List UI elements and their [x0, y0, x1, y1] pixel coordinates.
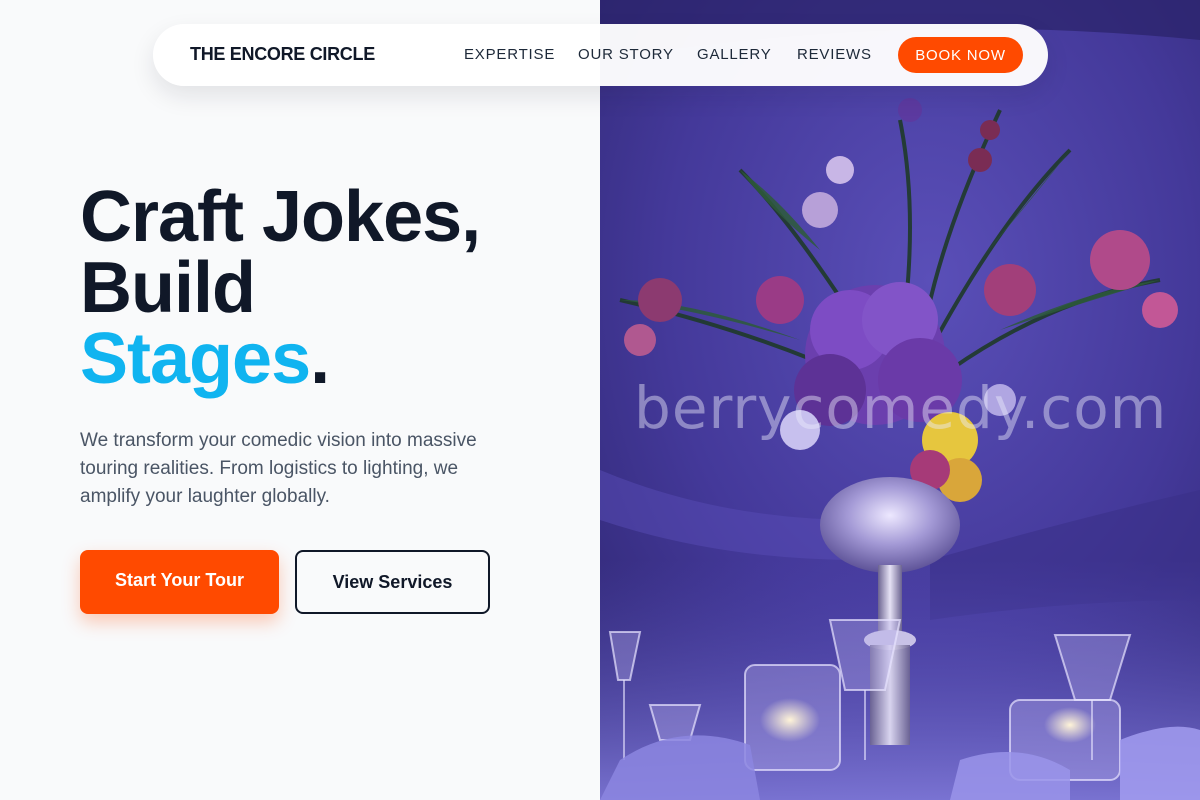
view-services-button[interactable]: View Services — [295, 550, 490, 614]
hero-title-line-3: Stages. — [80, 323, 480, 395]
hero-section: Craft Jokes, Build Stages. We transform … — [0, 0, 600, 800]
nav-link-gallery[interactable]: GALLERY — [697, 46, 772, 63]
top-navigation: THE ENCORE CIRCLE EXPERTISE OUR STORY GA… — [153, 24, 1048, 86]
nav-link-reviews[interactable]: REVIEWS — [797, 46, 872, 63]
brand-logo[interactable]: THE ENCORE CIRCLE — [190, 44, 375, 65]
hero-title-dot: . — [310, 319, 330, 399]
start-tour-button[interactable]: Start Your Tour — [80, 550, 279, 614]
landing-page: Craft Jokes, Build Stages. We transform … — [0, 0, 1200, 800]
hero-title: Craft Jokes, Build Stages. — [80, 177, 481, 395]
nav-link-our-story[interactable]: OUR STORY — [578, 46, 674, 63]
nav-link-expertise[interactable]: EXPERTISE — [464, 46, 555, 63]
book-now-button[interactable]: BOOK NOW — [898, 37, 1023, 73]
hero-title-line-1: Craft Jokes, — [80, 177, 481, 257]
hero-title-accent: Stages — [80, 319, 311, 399]
hero-subtitle: We transform your comedic vision into ma… — [80, 430, 477, 507]
watermark-text: berrycomedy.com — [634, 374, 1168, 442]
hero-title-line-2: Build — [80, 248, 256, 328]
